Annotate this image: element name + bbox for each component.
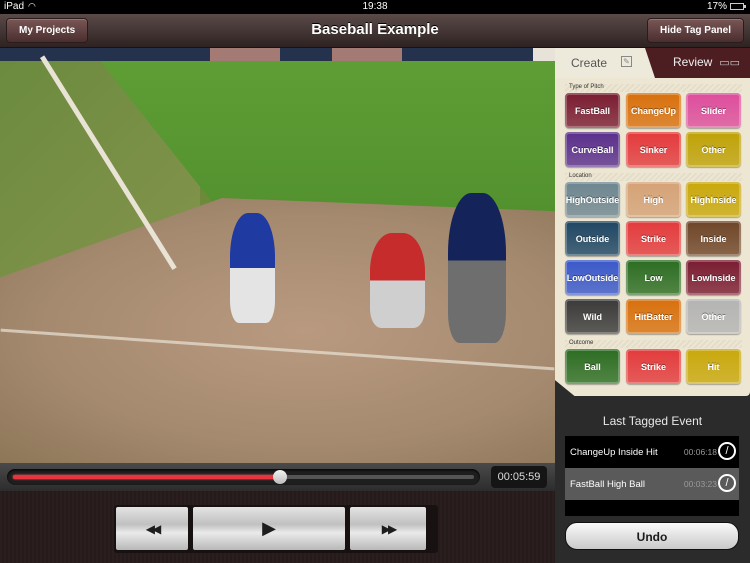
tag-button-slider[interactable]: Slider	[686, 93, 741, 128]
tag-button-highinside[interactable]: HighInside	[686, 182, 741, 217]
section-label: Location	[569, 173, 592, 179]
tag-button-strike[interactable]: Strike	[626, 221, 681, 256]
rewind-icon: ◀◀	[145, 521, 162, 536]
navigation-bar: My Projects Baseball Example Hide Tag Pa…	[0, 14, 750, 48]
tag-button-wild[interactable]: Wild	[565, 299, 620, 334]
tag-button-strike[interactable]: Strike	[626, 349, 681, 384]
tag-button-curveball[interactable]: CurveBall	[565, 132, 620, 167]
tag-panel: Type of Pitch FastBall ChangeUp Slider Curve…	[555, 78, 750, 396]
tag-button-lowoutside[interactable]: LowOutside	[565, 260, 620, 295]
edit-event-icon[interactable]: /	[718, 442, 736, 460]
page-title: Baseball Example	[311, 21, 439, 38]
play-button[interactable]: ▶	[193, 507, 345, 550]
catcher	[370, 233, 425, 328]
progress-area: 00:05:59	[0, 463, 555, 491]
video-player[interactable]	[0, 48, 555, 463]
last-tagged-title: Last Tagged Event	[602, 414, 703, 428]
tag-panel-sidebar: Create ✎ Review ▭▭ Type of Pitch FastBall…	[555, 48, 750, 563]
umpire	[448, 193, 506, 343]
event-row[interactable]: FastBall High Ball 00:03:23 /	[565, 468, 739, 500]
event-time: 00:03:23	[683, 479, 717, 489]
tab-create-label: Create	[571, 56, 608, 70]
event-row[interactable]: ChangeUp Inside Hit 00:06:18 /	[565, 436, 739, 468]
section-label: Type of Pitch	[569, 84, 604, 90]
tag-button-highoutside[interactable]: HighOutside	[565, 182, 620, 217]
tag-button-inside[interactable]: Inside	[686, 221, 741, 256]
batter	[230, 213, 275, 323]
tag-button-other[interactable]: Other	[686, 299, 741, 334]
fast-forward-button[interactable]: ▶▶	[350, 507, 426, 550]
tab-review[interactable]: Review ▭▭	[655, 48, 750, 78]
book-icon: ▭▭	[719, 57, 740, 69]
video-banner	[0, 48, 555, 61]
tag-button-lowinside[interactable]: LowInside	[686, 260, 741, 295]
event-name: ChangeUp Inside Hit	[570, 447, 658, 458]
tag-button-high[interactable]: High	[626, 182, 681, 217]
status-time: 19:38	[362, 1, 388, 12]
battery-icon	[730, 3, 746, 10]
play-icon: ▶	[262, 518, 276, 538]
tab-review-label: Review	[673, 55, 713, 69]
tag-button-ball[interactable]: Ball	[565, 349, 620, 384]
event-name: FastBall High Ball	[570, 479, 645, 490]
rewind-button[interactable]: ◀◀	[116, 507, 188, 550]
tag-button-hitbatter[interactable]: HitBatter	[626, 299, 681, 334]
progress-thumb[interactable]	[273, 470, 288, 484]
section-label: Outcome	[569, 340, 594, 346]
edit-icon: ✎	[621, 56, 632, 67]
hide-tag-panel-button[interactable]: Hide Tag Panel	[647, 18, 744, 43]
current-time: 00:05:59	[491, 466, 547, 488]
battery-percent: 17%	[706, 1, 727, 12]
status-bar: iPad ◠ 19:38 17%	[0, 0, 750, 14]
tag-button-fastball[interactable]: FastBall	[565, 93, 620, 128]
tag-button-hit[interactable]: Hit	[686, 349, 741, 384]
event-time: 00:06:18	[683, 447, 717, 457]
event-list: ChangeUp Inside Hit 00:06:18 / FastBall …	[565, 436, 739, 516]
fast-forward-icon: ▶▶	[381, 521, 398, 536]
tag-button-other[interactable]: Other	[686, 132, 741, 167]
playback-controls: ◀◀ ▶ ▶▶	[0, 491, 555, 563]
progress-slider[interactable]	[7, 469, 480, 485]
undo-button[interactable]: Undo	[565, 522, 739, 550]
tab-create[interactable]: Create ✎	[555, 48, 655, 78]
progress-fill	[13, 475, 281, 479]
tag-button-outside[interactable]: Outside	[565, 221, 620, 256]
tag-button-sinker[interactable]: Sinker	[626, 132, 681, 167]
edit-event-icon[interactable]: /	[718, 474, 736, 492]
tag-button-changeup[interactable]: ChangeUp	[626, 93, 681, 128]
tag-button-low[interactable]: Low	[626, 260, 681, 295]
